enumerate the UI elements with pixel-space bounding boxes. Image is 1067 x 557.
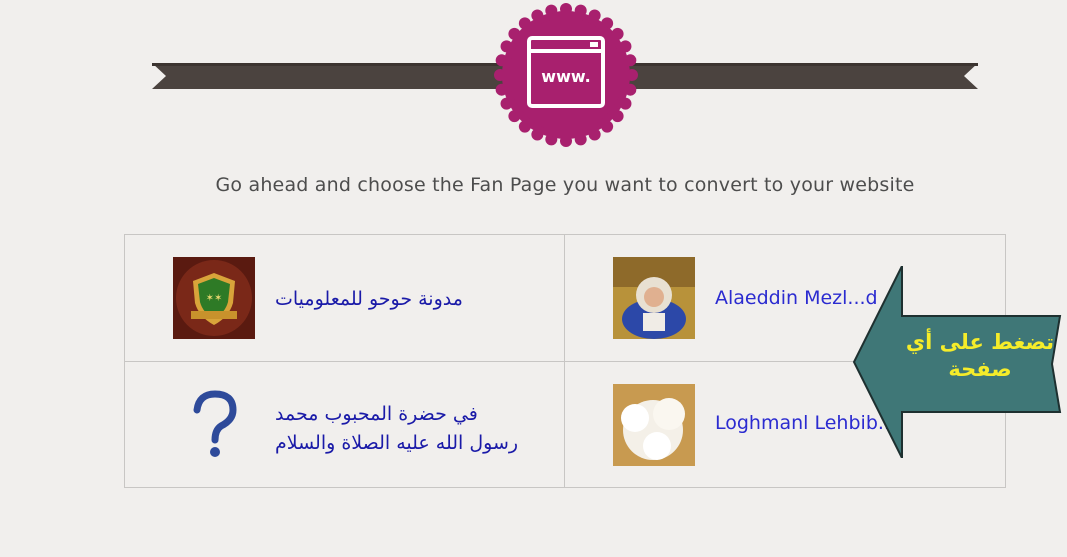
fan-page-name-line: رسول الله عليه الصلاة والسلام: [275, 432, 519, 454]
fan-page-option[interactable]: في حضرة المحبوب محمد رسول الله عليه الصل…: [125, 362, 563, 488]
callout-line: صفحة: [948, 357, 1012, 381]
question-mark-icon: [173, 384, 255, 466]
svg-text:✶✶: ✶✶: [206, 293, 223, 304]
child-photo: [613, 257, 695, 339]
fan-page-name[interactable]: مدونة حوحو للمعلوميات: [275, 288, 463, 310]
page-tagline: Go ahead and choose the Fan Page you wan…: [215, 174, 915, 196]
callout-line: تضغط على أي: [905, 330, 1055, 354]
callout-text: تضغط على أي صفحة: [905, 329, 1055, 383]
flower-photo: [613, 384, 695, 466]
shield-logo-icon: ✶✶: [173, 257, 255, 339]
fan-page-name-line: في حضرة المحبوب محمد: [275, 403, 478, 425]
badge-label: www.: [541, 67, 590, 86]
website-badge: www.: [490, 0, 642, 150]
fan-page-option[interactable]: ✶✶ مدونة حوحو للمعلوميات: [125, 235, 563, 361]
fan-page-name[interactable]: في حضرة المحبوب محمد رسول الله عليه الصل…: [275, 400, 518, 458]
